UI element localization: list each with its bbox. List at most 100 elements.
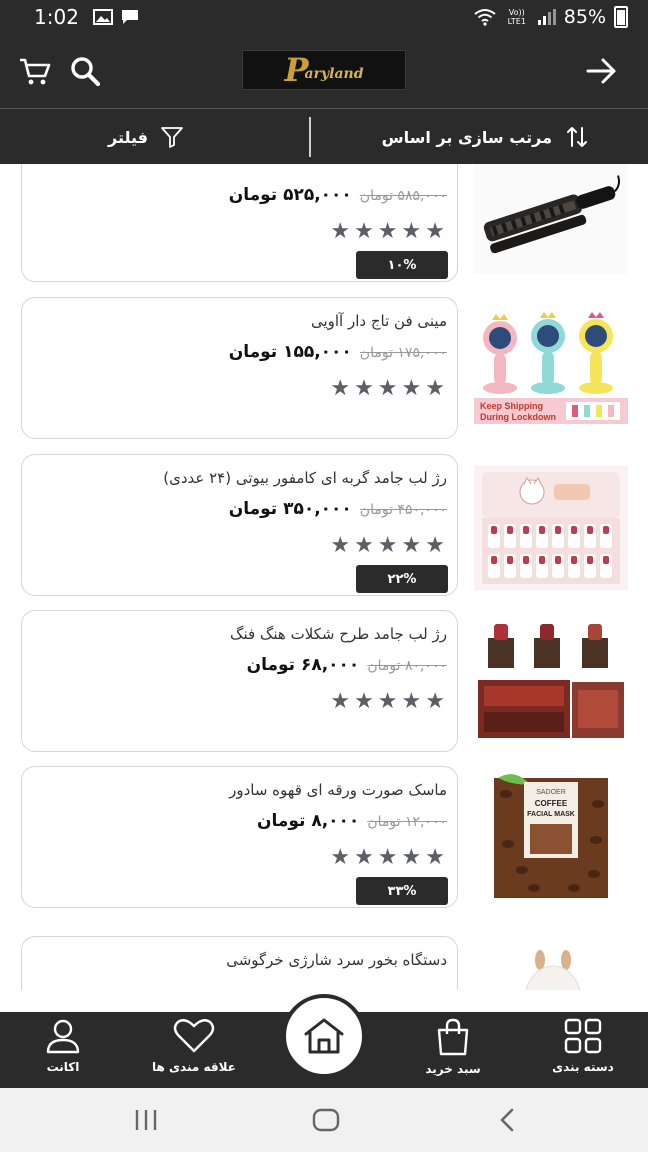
product-name: رژ لب جامد طرح شکلات هنگ فنگ: [230, 625, 447, 643]
mask-brand: SADOER: [536, 789, 566, 796]
product-prices: ۴۵۰,۰۰۰ تومان ۳۵۰,۰۰۰ تومان: [229, 499, 447, 519]
product-prices: ۱۷۵,۰۰۰ تومان ۱۵۵,۰۰۰ تومان: [229, 342, 447, 362]
new-price: ۶۸,۰۰۰ تومان: [246, 655, 360, 675]
product-card[interactable]: مینی فن تاج دار آاویی ۱۷۵,۰۰۰ تومان ۱۵۵,…: [21, 297, 458, 439]
nav-home-button[interactable]: [282, 994, 366, 1078]
nav-categories-label: دسته بندی: [552, 1060, 614, 1074]
nav-account[interactable]: اکانت: [8, 1018, 118, 1088]
discount-badge: ۳۳%: [356, 877, 448, 905]
product-prices: ۱۲,۰۰۰ تومان ۸,۰۰۰ تومان: [257, 811, 447, 831]
nav-cart-label: سبد خرید: [425, 1062, 481, 1076]
new-price: ۳۵۰,۰۰۰ تومان: [228, 499, 352, 519]
cat-lipstick-image: [474, 466, 628, 590]
old-price: ۵۸۵,۰۰۰ تومان: [359, 188, 447, 204]
product-row[interactable]: رژ لب جامد گربه ای کامفور بیوتی (۲۴ عددی…: [0, 454, 648, 596]
image-notification-icon: [92, 9, 113, 25]
rabbit-humidifier-image: [474, 942, 628, 990]
new-price: ۱۵۵,۰۰۰ تومان: [228, 342, 352, 362]
product-thumbnail-chocolate-lipstick[interactable]: [474, 620, 628, 744]
coffee-mask-image: SADOER COFFEE FACIAL MASK: [474, 774, 628, 898]
app-header: P aryland: [0, 34, 648, 108]
system-home-icon: [312, 1108, 340, 1132]
product-thumbnail-mini-fan[interactable]: Keep Shipping During Lockdown: [474, 306, 628, 430]
product-name: مینی فن تاج دار آاویی: [310, 312, 447, 330]
product-row[interactable]: دستگاه بخور سرد شارژی خرگوشی: [0, 936, 648, 990]
message-notification-icon: [121, 10, 138, 24]
old-price: ۴۵۰,۰۰۰ تومان: [359, 502, 447, 518]
filter-funnel-icon: [161, 127, 183, 148]
recent-apps-button[interactable]: [126, 1106, 166, 1134]
product-prices: ۵۸۵,۰۰۰ تومان ۵۲۵,۰۰۰ تومان: [229, 185, 447, 205]
product-row[interactable]: رژ لب جامد طرح شکلات هنگ فنگ ۸۰,۰۰۰ توما…: [0, 610, 648, 752]
product-thumbnail-hair-straightener[interactable]: [474, 164, 628, 274]
cart-icon: [20, 58, 51, 85]
product-prices: ۸۰,۰۰۰ تومان ۶۸,۰۰۰ تومان: [247, 655, 447, 675]
discount-badge: ۱۰%: [356, 251, 448, 279]
status-right: Vo)) LTE1 85%: [474, 6, 628, 28]
product-name: رژ لب جامد گربه ای کامفور بیوتی (۲۴ عددی…: [163, 469, 447, 487]
product-name: ماسک صورت ورقه ای قهوه سادور: [229, 781, 447, 799]
product-thumbnail-coffee-mask[interactable]: SADOER COFFEE FACIAL MASK: [474, 774, 628, 898]
back-button[interactable]: [582, 52, 620, 90]
signal-icon: [537, 9, 556, 25]
rating-stars: ★ ★ ★ ★ ★: [330, 219, 445, 244]
fan-banner-line2: During Lockdown: [480, 412, 556, 422]
filter-label: فیلتر: [108, 127, 149, 147]
status-bar: 1:02 Vo)) LTE1 85%: [0, 0, 648, 34]
hair-straightener-image: [474, 164, 628, 274]
nav-wishlist[interactable]: علاقه مندی ها: [139, 1018, 249, 1088]
product-thumbnail-rabbit-humidifier[interactable]: [474, 942, 628, 990]
logo-text: aryland: [304, 66, 364, 82]
notification-icons: [92, 9, 139, 25]
nav-cart[interactable]: سبد خرید: [398, 1018, 508, 1088]
product-card[interactable]: رژ لب جامد طرح شکلات هنگ فنگ ۸۰,۰۰۰ توما…: [21, 610, 458, 752]
product-list[interactable]: ۵۸۵,۰۰۰ تومان ۵۲۵,۰۰۰ تومان ★ ★ ★ ★ ★ ۱۰%: [0, 164, 648, 990]
heart-icon: [173, 1019, 215, 1053]
product-name: دستگاه بخور سرد شارژی خرگوشی: [226, 951, 447, 969]
shopping-bag-icon: [437, 1018, 469, 1056]
nav-categories[interactable]: دسته بندی: [528, 1018, 638, 1088]
grid-icon: [564, 1018, 602, 1054]
new-price: ۸,۰۰۰ تومان: [256, 811, 360, 831]
product-card[interactable]: دستگاه بخور سرد شارژی خرگوشی: [21, 936, 458, 990]
product-card[interactable]: رژ لب جامد گربه ای کامفور بیوتی (۲۴ عددی…: [21, 454, 458, 596]
sort-arrows-icon: [567, 127, 587, 147]
nav-account-label: اکانت: [46, 1060, 80, 1074]
wifi-icon: [474, 9, 496, 26]
chevron-left-icon: [500, 1108, 514, 1132]
sort-button[interactable]: مرتب سازی بر اساس: [382, 109, 588, 165]
home-icon: [304, 1018, 344, 1054]
system-back-button[interactable]: [488, 1106, 528, 1134]
system-home-button[interactable]: [306, 1106, 346, 1134]
product-row[interactable]: ماسک صورت ورقه ای قهوه سادور ۱۲,۰۰۰ توما…: [0, 766, 648, 908]
product-row[interactable]: مینی فن تاج دار آاویی ۱۷۵,۰۰۰ تومان ۱۵۵,…: [0, 297, 648, 439]
bottom-navigation: اکانت علاقه مندی ها سبد خرید دسته بندی: [0, 994, 648, 1088]
paryland-logo[interactable]: P aryland: [242, 50, 406, 90]
product-card[interactable]: ۵۸۵,۰۰۰ تومان ۵۲۵,۰۰۰ تومان ★ ★ ★ ★ ★ ۱۰%: [21, 164, 458, 282]
user-icon: [46, 1019, 80, 1054]
rating-stars: ★ ★ ★ ★ ★: [330, 533, 445, 558]
product-card[interactable]: ماسک صورت ورقه ای قهوه سادور ۱۲,۰۰۰ توما…: [21, 766, 458, 908]
status-time: 1:02: [34, 5, 79, 29]
old-price: ۸۰,۰۰۰ تومان: [367, 658, 447, 674]
rating-stars: ★ ★ ★ ★ ★: [330, 689, 445, 714]
battery-icon: [614, 6, 628, 28]
recent-apps-icon: [135, 1110, 157, 1130]
rating-stars: ★ ★ ★ ★ ★: [330, 845, 445, 870]
search-button[interactable]: [66, 52, 104, 90]
discount-badge: ۲۲%: [356, 565, 448, 593]
nav-wishlist-label: علاقه مندی ها: [152, 1060, 236, 1074]
search-icon: [71, 57, 101, 87]
old-price: ۱۲,۰۰۰ تومان: [367, 814, 447, 830]
arrow-right-icon: [586, 58, 616, 84]
product-thumbnail-cat-lipstick[interactable]: [474, 466, 628, 590]
battery-percent: 85%: [563, 6, 606, 28]
mini-fan-image: Keep Shipping During Lockdown: [474, 306, 628, 430]
filter-button[interactable]: فیلتر: [108, 109, 184, 165]
app-screen: 1:02 Vo)) LTE1 85% P aryland مرتب سازی ب…: [0, 0, 648, 1152]
toolbar-divider: [309, 117, 311, 157]
sort-label: مرتب سازی بر اساس: [381, 127, 552, 147]
cart-button[interactable]: [16, 52, 54, 90]
product-row[interactable]: ۵۸۵,۰۰۰ تومان ۵۲۵,۰۰۰ تومان ★ ★ ★ ★ ★ ۱۰%: [0, 164, 648, 282]
system-navigation-bar: [0, 1088, 648, 1152]
